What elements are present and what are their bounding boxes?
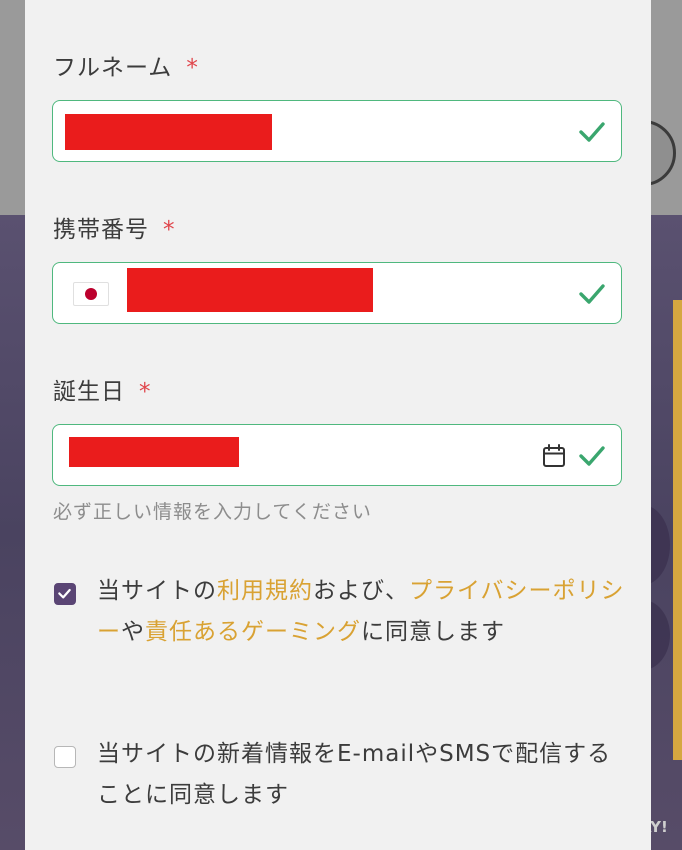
check-icon <box>579 284 605 304</box>
newsletter-consent-text: 当サイトの新着情報をE-mailやSMSで配信することに同意します <box>97 741 612 808</box>
required-mark: * <box>186 55 199 81</box>
phone-label: 携帯番号 * <box>53 210 176 244</box>
required-mark: * <box>139 379 152 405</box>
full-name-label: フルネーム * <box>53 48 199 82</box>
check-icon <box>579 122 605 142</box>
consent-text-segment: に同意します <box>361 619 505 645</box>
redacted-value <box>65 114 272 150</box>
responsible-gaming-link[interactable]: 責任あるゲーミング <box>145 619 361 645</box>
newsletter-checkbox[interactable] <box>54 746 76 768</box>
full-name-label-text: フルネーム <box>53 55 173 81</box>
phone-input[interactable] <box>52 262 622 324</box>
consent-text-segment: や <box>121 619 145 645</box>
terms-of-use-link[interactable]: 利用規約 <box>217 578 313 604</box>
birthday-label: 誕生日 * <box>53 372 152 406</box>
registration-form-panel: フルネーム * 携帯番号 * 誕生日 * 必ず正しい情報を入力してください 当サ… <box>25 0 651 850</box>
flag-circle <box>85 288 97 300</box>
japan-flag-icon[interactable] <box>73 282 109 306</box>
check-icon <box>579 446 605 466</box>
terms-consent-text: 当サイトの利用規約および、プライバシーポリシーや責任あるゲーミングに同意します <box>97 571 627 653</box>
calendar-icon[interactable] <box>541 443 567 469</box>
consent-text-segment: および、 <box>313 578 409 604</box>
terms-checkbox[interactable] <box>54 583 76 605</box>
checkmark-icon <box>58 588 71 599</box>
full-name-input[interactable] <box>52 100 622 162</box>
consent-text-segment: 当サイトの <box>97 578 217 604</box>
required-mark: * <box>163 217 176 243</box>
redacted-value <box>69 437 239 467</box>
birthday-input[interactable] <box>52 424 622 486</box>
helper-text: 必ず正しい情報を入力してください <box>53 501 372 523</box>
background-accent-strip <box>673 300 682 760</box>
birthday-label-text: 誕生日 <box>53 379 125 405</box>
redacted-value <box>127 268 373 312</box>
phone-label-text: 携帯番号 <box>53 217 149 243</box>
